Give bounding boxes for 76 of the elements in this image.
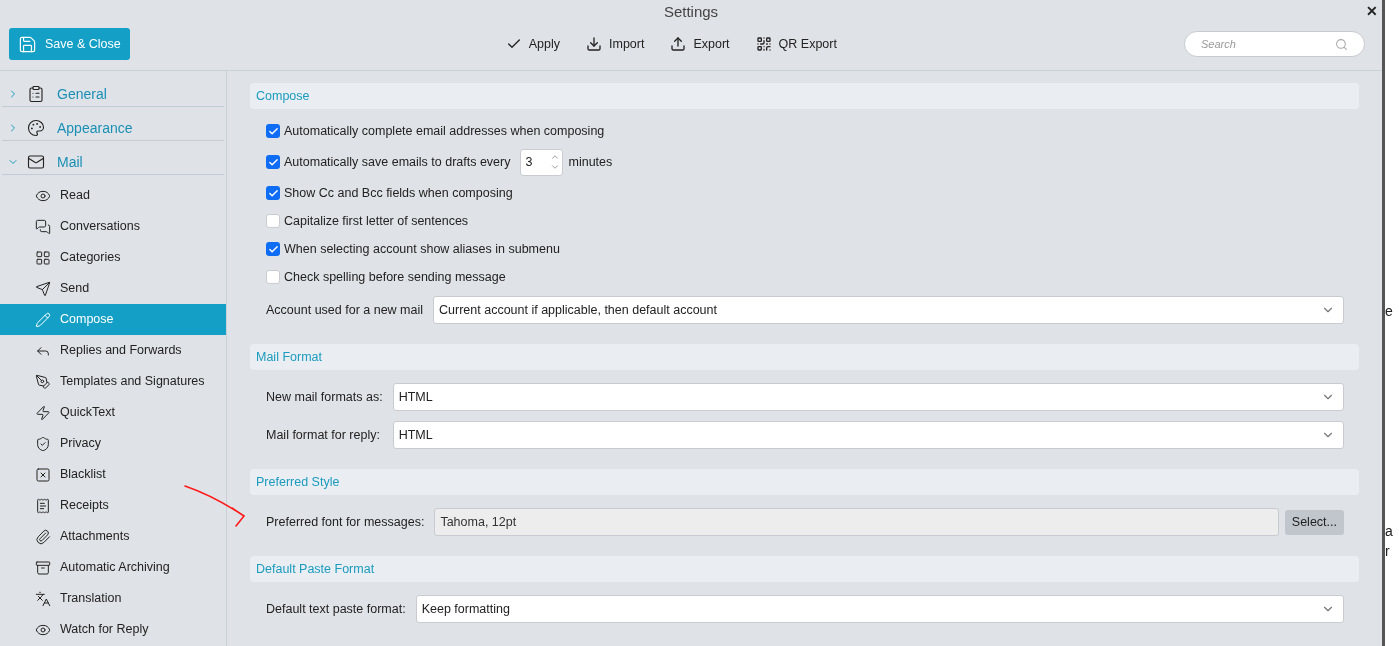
checkbox-label: Automatically complete email addresses when composing [284,122,605,140]
lightning-icon [35,404,51,421]
text-fragment: e [1385,303,1394,319]
archive-box-icon [35,559,51,576]
pencil-icon [35,311,51,328]
dropdown[interactable]: Current account if applicable, then default account [433,296,1344,324]
field-label: Default text paste format: [266,600,406,618]
toolbar-button[interactable]: Apply [505,34,560,54]
chevron-up-icon [550,152,561,162]
shield-icon [35,435,51,452]
search-input[interactable]: Search [1201,35,1335,53]
checkbox[interactable] [266,124,280,138]
dropdown[interactable]: HTML [392,383,1344,411]
checkbox-label: Automatically save emails to drafts every [284,153,511,171]
number-spinner[interactable]: 3 [520,148,564,176]
section-header: Mail Format [250,344,1359,370]
sidebar-item[interactable]: Automatic Archiving [0,552,226,583]
sidebar-item[interactable]: QuickText [0,397,226,428]
checkbox-label: Capitalize first letter of sentences [284,212,469,230]
sidebar-item[interactable]: Read [0,180,226,211]
checkbox-label: When selecting account show aliases in submenu [284,240,560,258]
toolbar-button[interactable]: Export [670,34,730,54]
dropdown[interactable]: Keep formatting [415,595,1344,623]
qr-code-icon [755,36,772,52]
box-x-icon [35,466,51,483]
upload-icon [670,36,687,52]
font-field: Tahoma, 12pt [434,508,1279,536]
chat-bubbles-icon [35,218,51,235]
checkbox[interactable] [266,270,280,284]
checkbox[interactable] [266,186,280,200]
sidebar-item[interactable]: Watch for Reply [0,614,226,645]
toolbar-button[interactable]: QR Export [755,34,837,54]
sidebar-item[interactable]: Blacklist [0,459,226,490]
checkbox[interactable] [266,242,280,256]
dropdown[interactable]: HTML [392,421,1344,449]
sidebar-item[interactable]: Receipts [0,490,226,521]
palette-icon [27,119,45,137]
sidebar-item[interactable]: Attachments [0,521,226,552]
field-label: Account used for a new mail [266,301,424,319]
sidebar-item[interactable]: Send [0,273,226,304]
checkbox-label: Show Cc and Bcc fields when composing [284,184,513,202]
grid-icon [35,249,51,266]
select-font-button[interactable]: Select... [1284,509,1344,535]
field-label: Preferred font for messages: [266,513,425,531]
toolbar-button[interactable]: Import [586,34,645,54]
paper-plane-icon [35,280,51,297]
close-button[interactable]: ✕ [1366,1,1378,22]
paperclip-icon [35,528,51,545]
text-fragment: a [1385,523,1394,539]
translate-icon [35,590,51,607]
sidebar-item[interactable]: Conversations [0,211,226,242]
receipt-icon [35,497,51,514]
checkbox[interactable] [266,155,280,169]
checkbox-label: Check spelling before sending message [284,268,506,286]
section-header: Default Paste Format [250,556,1359,582]
search-icon [1335,37,1348,51]
sidebar-item[interactable]: Replies and Forwards [0,335,226,366]
field-label: New mail formats as: [266,388,383,406]
sidebar-item[interactable]: Translation [0,583,226,614]
sidebar-item[interactable]: Categories [0,242,226,273]
pen-nib-icon [35,373,51,390]
download-icon [586,36,602,52]
search-field[interactable]: Search [1184,31,1365,57]
checkbox[interactable] [266,214,280,228]
unit-label: minutes [568,153,613,171]
section-header: Compose [250,83,1359,109]
field-label: Mail format for reply: [266,426,381,444]
clipboard-icon [27,85,45,103]
window-title: Settings [663,1,719,22]
chevron-down-icon [550,162,561,172]
text-fragment: r [1385,543,1391,559]
sidebar-item[interactable]: Privacy [0,428,226,459]
envelope-icon [27,153,45,171]
section-header: Preferred Style [250,469,1359,495]
annotation-arrow [184,484,246,528]
sidebar-item[interactable]: Templates and Signatures [0,366,226,397]
